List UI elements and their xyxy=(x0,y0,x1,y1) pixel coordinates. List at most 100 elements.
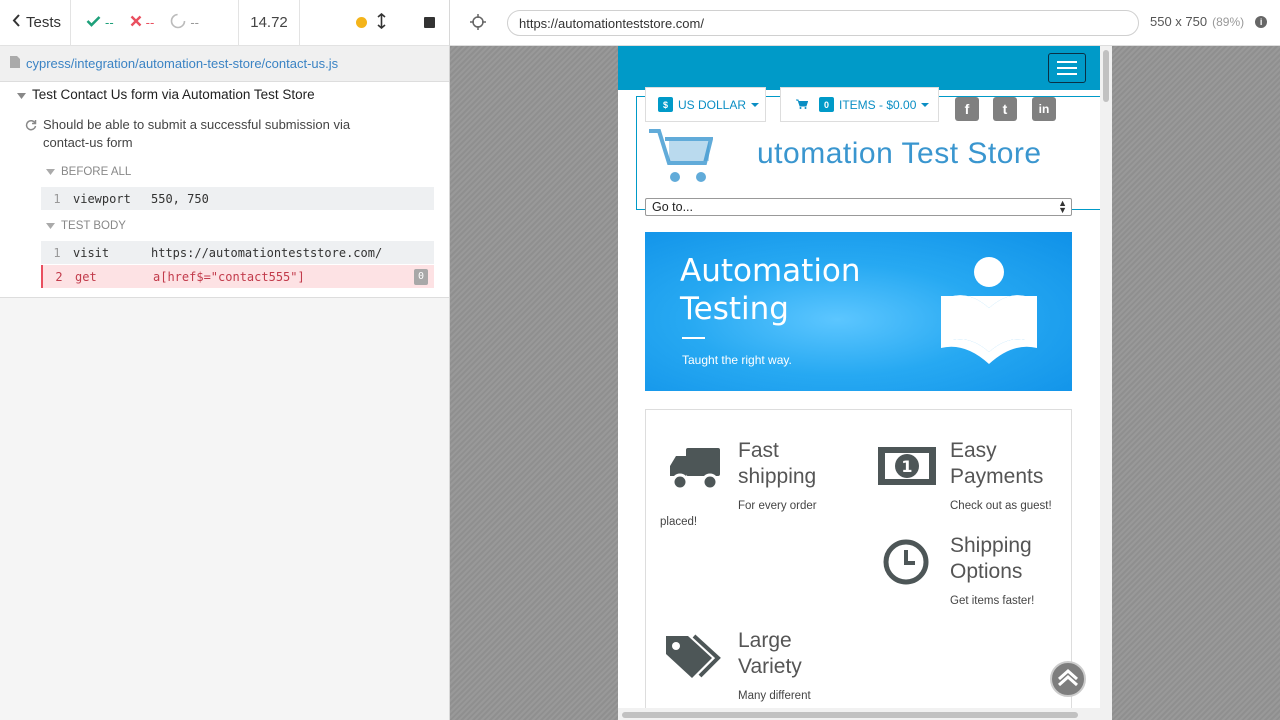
feature-title-line: Variety xyxy=(738,655,802,678)
feature-title: Large Variety xyxy=(738,628,858,680)
feature-desc: Check out as guest! xyxy=(950,500,1052,512)
reporter-panel: Tests -- -- -- 14.72 cypress/integration… xyxy=(0,0,450,720)
file-icon xyxy=(10,55,20,73)
pending-count: -- xyxy=(190,15,200,30)
currency-dropdown[interactable]: $ US DOLLAR xyxy=(645,87,766,122)
feature-title-line: Large xyxy=(738,629,792,652)
feature-desc: placed! xyxy=(660,516,698,528)
aut-stage: utomation Test Store $ US DOLLAR 0 ITEMS… xyxy=(450,46,1280,720)
feature-title-line: Fast xyxy=(738,439,779,462)
passed-stat: -- xyxy=(86,15,114,30)
spec-path-bar: cypress/integration/automation-test-stor… xyxy=(0,46,449,82)
cart-dropdown[interactable]: 0 ITEMS - $0.00 xyxy=(780,87,939,122)
facebook-icon[interactable]: f xyxy=(955,97,979,121)
svg-text:1: 1 xyxy=(901,457,912,476)
scroll-to-top-button[interactable] xyxy=(1050,661,1086,697)
check-icon xyxy=(86,15,101,30)
selector-playground-icon[interactable] xyxy=(470,14,486,35)
duration: 14.72 xyxy=(239,0,300,46)
auto-scroll-icon[interactable] xyxy=(377,12,386,33)
caret-down-icon xyxy=(46,220,55,232)
scrollbar-thumb[interactable] xyxy=(1103,50,1109,102)
suite-title-text: Test Contact Us form via Automation Test… xyxy=(32,87,315,102)
stats-group: -- -- -- xyxy=(71,0,239,46)
chevron-left-icon xyxy=(12,14,20,31)
command-name: get xyxy=(75,269,97,284)
test-panel: Test Contact Us form via Automation Test… xyxy=(0,82,449,298)
horizontal-scrollbar[interactable] xyxy=(618,708,1100,720)
aut-iframe: utomation Test Store $ US DOLLAR 0 ITEMS… xyxy=(618,46,1112,720)
command-arg: a[href$="contact555"] xyxy=(153,269,305,284)
before-all-hook[interactable]: BEFORE ALL xyxy=(46,166,131,178)
command-row[interactable]: 1 viewport 550, 750 xyxy=(41,187,434,210)
command-row-failed[interactable]: 2 get a[href$="contact555"] 0 xyxy=(41,265,434,288)
run-controls xyxy=(300,0,449,46)
feature-title-line: Options xyxy=(950,560,1023,583)
pending-circle-icon xyxy=(170,13,186,32)
clock-icon xyxy=(882,538,930,591)
feature-title: Fast shipping xyxy=(738,438,858,490)
goto-select[interactable]: Go to... ▲ ▼ xyxy=(645,198,1072,216)
command-arg: 550, 750 xyxy=(151,191,209,206)
command-arg: https://automationteststore.com/ xyxy=(151,245,383,260)
before-all-label: BEFORE ALL xyxy=(61,166,132,178)
command-number: 1 xyxy=(53,191,61,206)
cart-count-badge: 0 xyxy=(819,97,834,112)
caret-down-icon xyxy=(46,166,55,178)
features-box: Fast shipping For every order placed! 1 … xyxy=(645,409,1072,720)
site-topbar xyxy=(618,46,1100,90)
linkedin-icon[interactable]: in xyxy=(1032,97,1056,121)
truck-icon xyxy=(668,446,722,495)
spec-path-link[interactable]: cypress/integration/automation-test-stor… xyxy=(26,56,338,71)
vertical-scrollbar[interactable] xyxy=(1100,46,1112,720)
tests-back-button[interactable]: Tests xyxy=(0,0,71,46)
tags-icon xyxy=(664,632,724,685)
test-body-hook[interactable]: TEST BODY xyxy=(46,220,126,232)
test-title[interactable]: Should be able to submit a successful su… xyxy=(25,116,355,152)
command-name: viewport xyxy=(73,191,131,206)
feature-title-line: shipping xyxy=(738,465,817,488)
feature-title-line: Payments xyxy=(950,465,1044,488)
failed-stat: -- xyxy=(130,15,155,30)
info-icon[interactable]: i xyxy=(1255,15,1268,28)
command-row[interactable]: 1 visit https://automationteststore.com/ xyxy=(41,241,434,264)
hero-banner[interactable]: Automation Testing Taught the right way. xyxy=(645,232,1072,391)
feature-title-line: Shipping xyxy=(950,534,1032,557)
viewport-scale: (89%) xyxy=(1212,14,1245,29)
url-bar: https://automationteststore.com/ 550 x 7… xyxy=(450,0,1280,46)
money-icon: 1 xyxy=(877,446,937,491)
dollar-icon: $ xyxy=(658,97,673,112)
banner-subtitle: Taught the right way. xyxy=(682,353,792,367)
feature-title: Shipping Options xyxy=(950,533,1070,585)
command-number: 2 xyxy=(55,269,63,284)
feature-desc: For every order xyxy=(738,500,817,512)
banner-title-line1: Automation xyxy=(680,253,861,289)
banner-divider xyxy=(682,337,705,339)
tests-label: Tests xyxy=(26,14,62,31)
suite-title[interactable]: Test Contact Us form via Automation Test… xyxy=(17,87,315,102)
hamburger-menu-icon[interactable] xyxy=(1048,53,1086,83)
scrollbar-thumb[interactable] xyxy=(622,712,1078,718)
select-arrows-icon: ▲ ▼ xyxy=(1058,198,1067,215)
site-logo-text[interactable]: utomation Test Store xyxy=(757,137,1042,171)
failed-count: -- xyxy=(145,15,155,30)
x-icon xyxy=(130,15,142,30)
feature-desc: Get items faster! xyxy=(950,595,1035,607)
viewport-size: 550 x 750 xyxy=(1150,14,1208,29)
runner-panel: https://automationteststore.com/ 550 x 7… xyxy=(450,0,1280,720)
pending-stat: -- xyxy=(170,13,199,32)
chevron-up-icon xyxy=(1057,668,1079,691)
reporter-header: Tests -- -- -- 14.72 xyxy=(0,0,449,46)
test-title-text: Should be able to submit a successful su… xyxy=(43,117,351,150)
twitter-icon[interactable]: t xyxy=(993,97,1017,121)
stop-icon[interactable] xyxy=(424,17,435,28)
url-input[interactable]: https://automationteststore.com/ xyxy=(507,10,1139,36)
banner-title: Automation Testing xyxy=(680,252,900,328)
running-status-icon xyxy=(356,17,367,28)
command-name: visit xyxy=(73,245,110,260)
banner-title-line2: Testing xyxy=(680,291,789,327)
test-body-label: TEST BODY xyxy=(61,220,126,232)
refresh-icon xyxy=(25,118,37,152)
element-count-badge: 0 xyxy=(414,268,428,285)
caret-down-icon xyxy=(17,87,26,102)
